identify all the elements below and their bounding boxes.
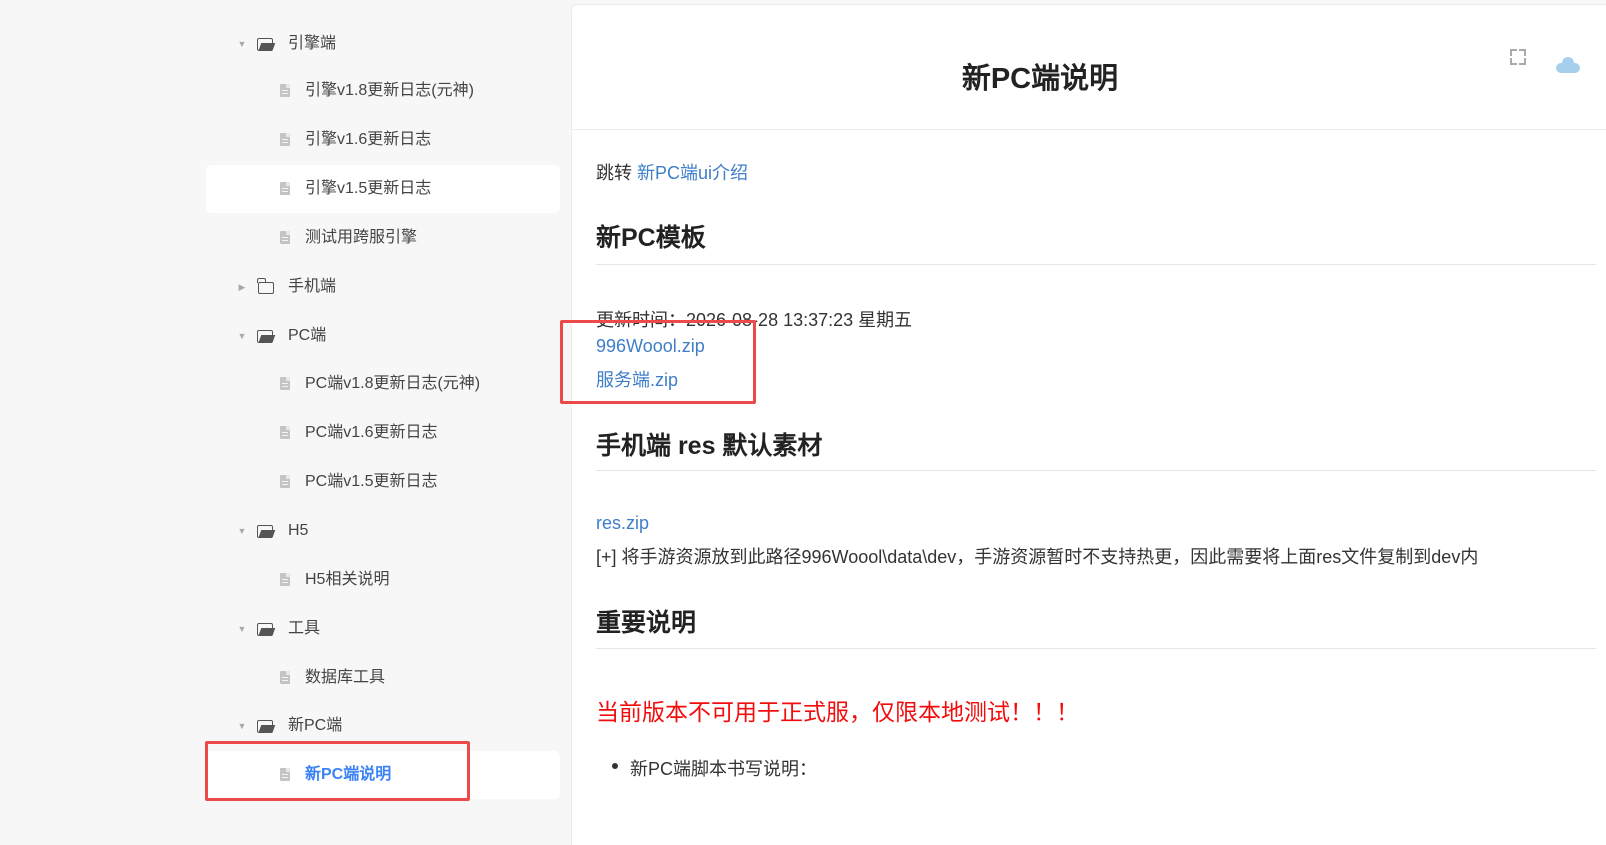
sidebar-item-h5-notes[interactable]: H5相关说明 — [206, 556, 560, 604]
sidebar-folder-pc[interactable]: ▼ PC端 — [206, 312, 560, 360]
folder-open-icon — [257, 36, 276, 52]
sidebar-item-label: H5 — [288, 522, 309, 539]
folder-open-icon — [257, 328, 276, 344]
sidebar-item-label: 引擎端 — [288, 35, 337, 52]
sidebar-item-db-tool[interactable]: 数据库工具 — [206, 654, 560, 702]
page-header: 新PC端说明 — [572, 5, 1606, 130]
sidebar-item-label: PC端 — [288, 327, 327, 344]
sidebar-folder-newpc[interactable]: ▼ 新PC端 — [206, 702, 560, 750]
document-icon — [280, 475, 290, 488]
folder-closed-icon — [257, 278, 274, 294]
bullet-dot — [612, 763, 618, 769]
divider — [596, 470, 1596, 471]
sidebar-folder-tools[interactable]: ▼ 工具 — [206, 605, 560, 653]
sidebar-item-label: 引擎v1.8更新日志(元神) — [305, 82, 474, 99]
sidebar-item-label: 手机端 — [288, 278, 337, 295]
sidebar-item-engine-v16[interactable]: 引擎v1.6更新日志 — [206, 116, 560, 164]
folder-open-icon — [257, 718, 276, 734]
document-icon — [280, 426, 290, 439]
folder-open-icon — [257, 621, 276, 637]
sidebar-item-pc-v15[interactable]: PC端v1.5更新日志 — [206, 458, 560, 506]
divider — [596, 648, 1596, 649]
divider — [596, 264, 1596, 265]
update-time: 更新时间：2026-08-28 13:37:23 星期五 — [596, 310, 913, 330]
sidebar-item-newpc-notes[interactable]: 新PC端说明 — [206, 751, 560, 799]
sidebar-item-label: PC端v1.8更新日志(元神) — [305, 375, 481, 392]
bullet-item: 新PC端脚本书写说明： — [630, 759, 818, 779]
section-heading-important: 重要说明 — [596, 609, 697, 637]
fullscreen-icon[interactable] — [1510, 49, 1526, 65]
document-icon — [280, 377, 290, 390]
document-icon — [280, 182, 290, 195]
sidebar-item-crossserver-engine[interactable]: 测试用跨服引擎 — [206, 214, 560, 262]
jump-line: 跳转 新PC端ui介绍 — [596, 159, 748, 185]
document-icon — [280, 84, 290, 97]
warning-text: 当前版本不可用于正式服，仅限本地测试！！！ — [596, 699, 1079, 725]
sidebar-item-pc-v18[interactable]: PC端v1.8更新日志(元神) — [206, 360, 560, 408]
cloud-icon[interactable] — [1556, 57, 1580, 73]
sidebar-item-label: 引擎v1.6更新日志 — [305, 131, 432, 148]
sidebar-item-label: 工具 — [288, 620, 321, 637]
caret-down-icon: ▼ — [237, 39, 247, 49]
sidebar-nav: ▼ 引擎端 引擎v1.8更新日志(元神) 引擎v1.6更新日志 引擎v1.5更新… — [0, 0, 580, 835]
document-icon — [280, 231, 290, 244]
caret-right-icon: ▶ — [238, 282, 246, 292]
download-link-server[interactable]: 服务端.zip — [596, 366, 678, 392]
sidebar-item-engine-v18[interactable]: 引擎v1.8更新日志(元神) — [206, 67, 560, 115]
section-heading-template: 新PC模板 — [596, 224, 706, 252]
download-link-996woool[interactable]: 996Woool.zip — [596, 336, 705, 357]
sidebar-item-engine-v15[interactable]: 引擎v1.5更新日志 — [206, 165, 560, 213]
sidebar-item-label: 新PC端 — [288, 717, 343, 734]
caret-down-icon: ▼ — [237, 526, 247, 536]
main-content: 新PC端说明 跳转 新PC端ui介绍 新PC模板 更新时间：2026-08-28… — [571, 4, 1606, 845]
caret-down-icon: ▼ — [237, 624, 247, 634]
sidebar-folder-engine[interactable]: ▼ 引擎端 — [206, 20, 560, 68]
caret-down-icon: ▼ — [237, 331, 247, 341]
sidebar-folder-h5[interactable]: ▼ H5 — [206, 507, 560, 555]
document-icon — [280, 671, 290, 684]
res-note: [+] 将手游资源放到此路径996Woool\data\dev，手游资源暂时不支… — [596, 547, 1479, 567]
download-link-res[interactable]: res.zip — [596, 513, 649, 534]
page-title: 新PC端说明 — [961, 63, 1119, 95]
sidebar-item-label: 数据库工具 — [305, 669, 386, 686]
sidebar-item-label: 引擎v1.5更新日志 — [305, 180, 432, 197]
jump-link[interactable]: 新PC端ui介绍 — [637, 163, 748, 183]
sidebar-item-label: PC端v1.6更新日志 — [305, 424, 438, 441]
folder-open-icon — [257, 523, 276, 539]
document-icon — [280, 573, 290, 586]
document-icon — [280, 133, 290, 146]
sidebar-folder-mobile[interactable]: ▶ 手机端 — [206, 263, 560, 311]
sidebar-item-label: H5相关说明 — [305, 571, 390, 588]
caret-down-icon: ▼ — [237, 721, 247, 731]
sidebar-item-label: PC端v1.5更新日志 — [305, 473, 438, 490]
sidebar-item-label: 新PC端说明 — [305, 766, 392, 783]
sidebar-item-label: 测试用跨服引擎 — [305, 229, 418, 246]
section-heading-mobile-res: 手机端 res 默认素材 — [596, 432, 823, 460]
jump-prefix: 跳转 — [596, 163, 632, 183]
document-icon — [280, 768, 290, 781]
sidebar-item-pc-v16[interactable]: PC端v1.6更新日志 — [206, 409, 560, 457]
